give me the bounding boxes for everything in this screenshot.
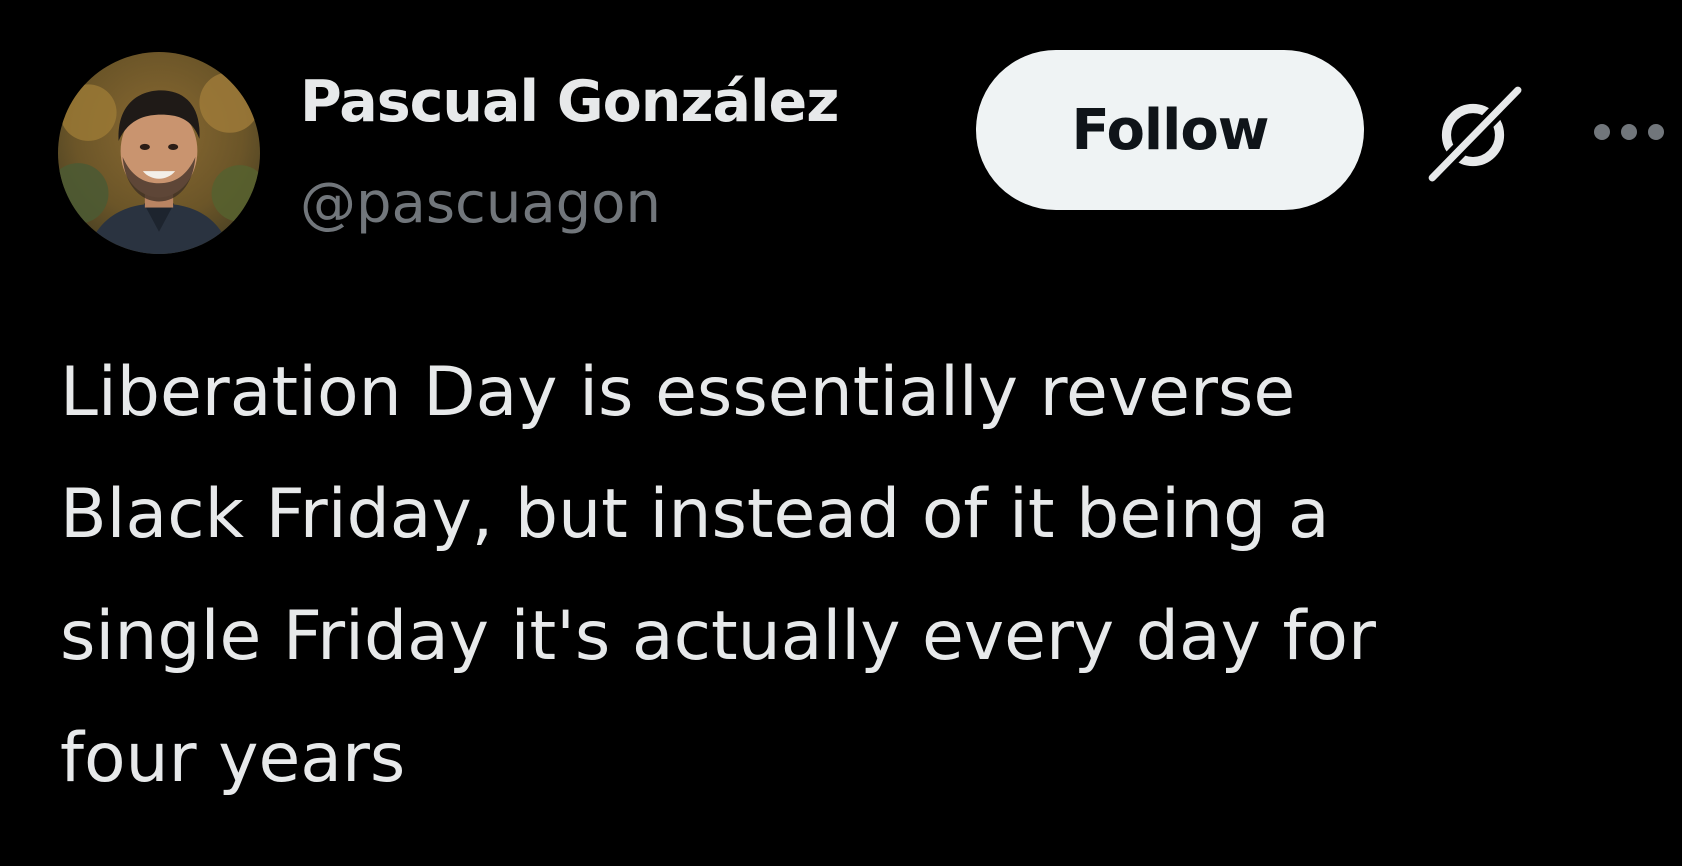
tweet-card: Pascual González @pascuagon Follow Liber…: [0, 0, 1682, 866]
author-avatar[interactable]: [58, 52, 260, 254]
ellipsis-icon: [1594, 124, 1664, 140]
avatar-photo-icon: [58, 52, 260, 254]
grok-glyph-icon: [1424, 82, 1524, 184]
follow-button[interactable]: Follow: [976, 50, 1364, 210]
author-handle[interactable]: @pascuagon: [300, 164, 661, 244]
grok-icon[interactable]: [1422, 82, 1524, 184]
more-options-icon[interactable]: [1588, 108, 1670, 156]
author-display-name[interactable]: Pascual González: [300, 62, 839, 142]
tweet-text: Liberation Day is essentially reverse Bl…: [60, 353, 1376, 798]
